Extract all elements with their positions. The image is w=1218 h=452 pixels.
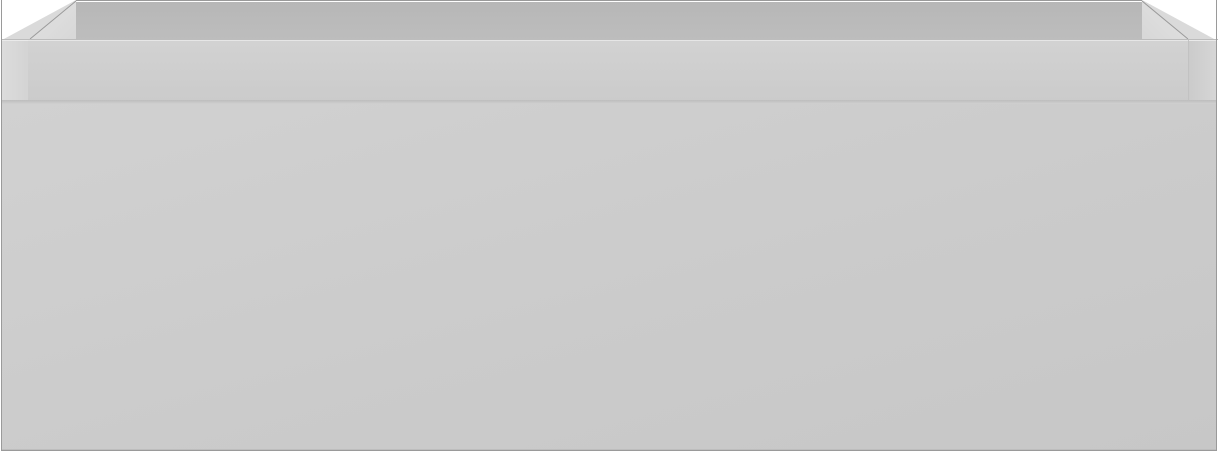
box-top-edge — [76, 0, 1142, 1]
box-rim-left-post — [2, 40, 30, 102]
box-inner-left-wall — [28, 2, 76, 40]
box-front-panel — [2, 104, 1216, 450]
box-rim-right-post — [1188, 40, 1216, 102]
box-inner-back-wall — [76, 2, 1142, 40]
box-illustration — [0, 0, 1218, 452]
box-rim-front — [28, 40, 1190, 102]
